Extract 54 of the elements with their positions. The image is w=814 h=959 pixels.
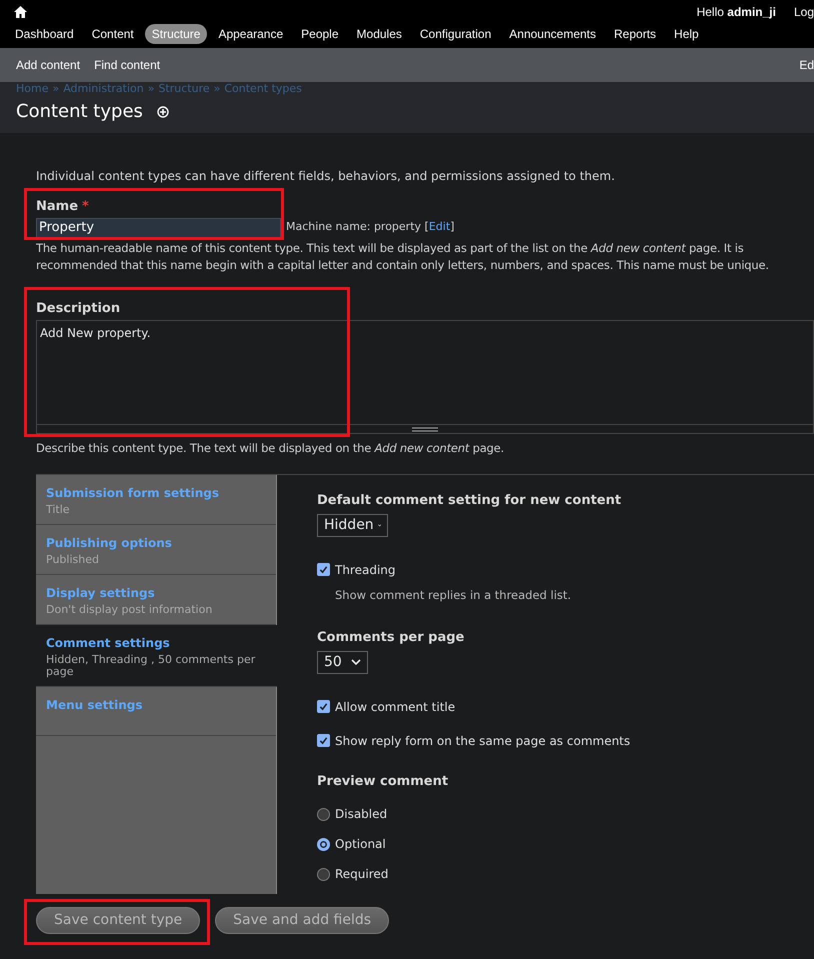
- radio-label: Disabled: [335, 806, 388, 823]
- menu-item[interactable]: Content: [84, 24, 141, 44]
- page-title: Content types: [16, 100, 143, 124]
- menu-item[interactable]: Dashboard: [8, 24, 81, 44]
- field-help-text: The human-readable name of this content type. This text will be displayed as part of the list on the Add new content page. It is recommended that this name begin with a capital letter and contain only letters, numbers, and spaces. This name must be unique.: [36, 240, 770, 274]
- check-icon: [319, 565, 328, 574]
- menu-item[interactable]: Configuration: [412, 24, 498, 44]
- description-textarea[interactable]: Add New property.: [36, 320, 814, 434]
- checkbox[interactable]: [317, 563, 330, 576]
- required-mark: *: [82, 198, 89, 216]
- select-dropdown[interactable]: Hidden: [317, 514, 388, 537]
- menu-item[interactable]: Help: [667, 24, 706, 44]
- shortcut-link[interactable]: Add content: [16, 56, 80, 74]
- plus-circle-icon[interactable]: [156, 106, 169, 118]
- logout-link[interactable]: Log: [794, 3, 814, 21]
- checkbox[interactable]: [317, 700, 330, 713]
- radio-button[interactable]: [317, 868, 330, 880]
- breadcrumb-separator: »: [148, 82, 154, 96]
- breadcrumb-separator: »: [214, 82, 220, 96]
- field-label: Comments per page: [317, 629, 466, 647]
- breadcrumb-separator: »: [52, 82, 60, 96]
- menu-item[interactable]: People: [294, 24, 346, 44]
- field-label: Description: [36, 300, 122, 318]
- edit-link[interactable]: Edit: [428, 220, 450, 234]
- user-greeting: Hello admin_ji: [696, 4, 776, 21]
- menu-item[interactable]: Modules: [350, 24, 409, 44]
- machine-name-text: Machine name: property [Edit]: [286, 219, 454, 236]
- shortcut-link[interactable]: Find content: [94, 56, 160, 74]
- select-dropdown[interactable]: 50: [317, 650, 368, 674]
- checkbox-label: Threading: [335, 562, 396, 579]
- radio-label: Optional: [335, 836, 386, 853]
- resize-grip-icon[interactable]: [412, 426, 438, 432]
- menu-item[interactable]: Announcements: [502, 24, 604, 44]
- field-label: Name: [36, 198, 78, 216]
- intro-text: Individual content types can have different fields, behaviors, and permissions assigned to them.: [36, 168, 616, 185]
- chevron-down-icon: [351, 658, 361, 666]
- field-label: Default comment setting for new content: [317, 492, 622, 510]
- checkbox-label: Show reply form on the same page as comments: [335, 732, 630, 750]
- radio-button[interactable]: [317, 808, 330, 820]
- vertical-tab[interactable]: Comment settings Hidden, Threading , 50 comments per page: [36, 625, 277, 688]
- check-icon: [319, 736, 328, 745]
- field-help-text: Describe this content type. The text will be displayed on the Add new content page.: [36, 440, 505, 457]
- checkbox-label: Allow comment title: [335, 698, 456, 716]
- radio-label: Required: [335, 866, 388, 883]
- checkbox-help-text: Show comment replies in a threaded list.: [335, 586, 572, 604]
- edit-shortcuts-link[interactable]: Ed: [799, 56, 814, 74]
- radio-button[interactable]: [317, 838, 330, 850]
- home-icon[interactable]: [14, 6, 27, 18]
- menu-item[interactable]: Appearance: [211, 24, 290, 44]
- menu-item[interactable]: Reports: [607, 24, 664, 44]
- field-label: Preview comment: [317, 772, 450, 790]
- name-input[interactable]: Property: [36, 218, 281, 238]
- checkbox[interactable]: [317, 734, 330, 747]
- check-icon: [319, 702, 328, 711]
